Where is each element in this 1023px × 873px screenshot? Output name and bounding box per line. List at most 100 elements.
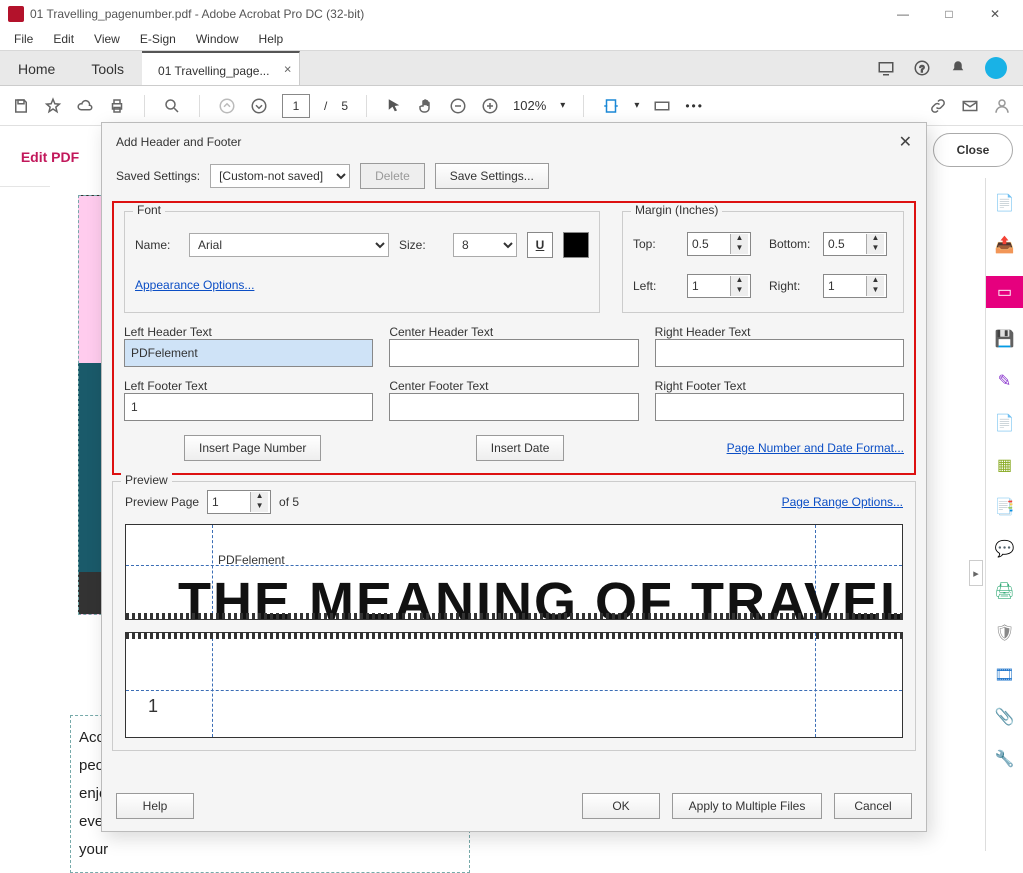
- close-panel-button[interactable]: Close: [933, 133, 1013, 167]
- page-down-icon[interactable]: [250, 97, 268, 115]
- underline-button[interactable]: U: [527, 232, 553, 258]
- right-header-input[interactable]: [655, 339, 904, 367]
- mail-icon[interactable]: [961, 97, 979, 115]
- center-header-input[interactable]: [389, 339, 638, 367]
- header-footer-dialog: Add Header and Footer ✕ Saved Settings: …: [101, 122, 927, 832]
- print-tool-icon[interactable]: 🖨: [994, 580, 1016, 602]
- account-avatar[interactable]: [985, 57, 1007, 79]
- profile-icon[interactable]: [993, 97, 1011, 115]
- hand-icon[interactable]: [417, 97, 435, 115]
- export-pdf-icon[interactable]: 📤: [994, 234, 1016, 256]
- zoom-in-icon[interactable]: [481, 97, 499, 115]
- zoom-level[interactable]: 102%: [513, 98, 546, 113]
- print-icon[interactable]: [108, 97, 126, 115]
- attach-icon[interactable]: 📎: [994, 706, 1016, 728]
- create-pdf-icon[interactable]: 📄: [994, 192, 1016, 214]
- sign-icon[interactable]: ✎: [994, 370, 1016, 392]
- help-icon[interactable]: ?: [913, 59, 931, 77]
- dialog-close-icon[interactable]: ✕: [899, 132, 912, 152]
- pointer-icon[interactable]: [385, 97, 403, 115]
- margin-top-label: Top:: [633, 237, 677, 251]
- preview-of: of 5: [279, 495, 299, 509]
- margin-top-input[interactable]: ▲▼: [687, 232, 751, 256]
- screen-icon[interactable]: [877, 59, 895, 77]
- menu-view[interactable]: View: [86, 30, 128, 48]
- font-legend: Font: [133, 203, 165, 217]
- center-header-label: Center Header Text: [389, 325, 493, 339]
- more-icon[interactable]: •••: [685, 99, 704, 113]
- add-page-icon[interactable]: 📄: [994, 412, 1016, 434]
- right-footer-input[interactable]: [655, 393, 904, 421]
- comment-icon[interactable]: 💬: [994, 538, 1016, 560]
- link-icon[interactable]: [929, 97, 947, 115]
- saved-settings-label: Saved Settings:: [116, 169, 200, 183]
- insert-date-button[interactable]: Insert Date: [476, 435, 565, 461]
- ok-button[interactable]: OK: [582, 793, 660, 819]
- bell-icon[interactable]: [949, 59, 967, 77]
- save-settings-button[interactable]: Save Settings...: [435, 163, 549, 189]
- chevron-down-icon[interactable]: ▾: [634, 100, 639, 111]
- saved-settings-select[interactable]: [Custom-not saved]: [210, 164, 350, 188]
- preview-header-text: PDFelement: [218, 553, 285, 567]
- edit-pdf-panel: Edit PDF: [0, 127, 100, 187]
- right-footer-label: Right Footer Text: [655, 379, 746, 393]
- tab-document[interactable]: 01 Travelling_page... ×: [142, 51, 300, 85]
- margin-bottom-input[interactable]: ▲▼: [823, 232, 887, 256]
- page-up-icon[interactable]: [218, 97, 236, 115]
- preview-page-input[interactable]: ▲▼: [207, 490, 271, 514]
- preview-legend: Preview: [121, 473, 172, 487]
- collapse-rail-icon[interactable]: ▸: [969, 560, 983, 586]
- save-icon[interactable]: [12, 97, 30, 115]
- video-icon[interactable]: 🎞: [994, 664, 1016, 686]
- left-header-label: Left Header Text: [124, 325, 212, 339]
- preview-footer-area: 1: [125, 632, 903, 738]
- menu-file[interactable]: File: [6, 30, 41, 48]
- compress-icon[interactable]: 📑: [994, 496, 1016, 518]
- margin-right-input[interactable]: ▲▼: [823, 274, 887, 298]
- save-tool-icon[interactable]: 💾: [994, 328, 1016, 350]
- keyboard-icon[interactable]: [653, 97, 671, 115]
- page-range-link[interactable]: Page Range Options...: [782, 495, 903, 509]
- left-footer-input[interactable]: [124, 393, 373, 421]
- cloud-icon[interactable]: [76, 97, 94, 115]
- preview-footer-text: 1: [148, 696, 158, 717]
- center-footer-label: Center Footer Text: [389, 379, 488, 393]
- left-header-input[interactable]: [124, 339, 373, 367]
- settings-tool-icon[interactable]: 🔧: [994, 748, 1016, 770]
- protect-icon[interactable]: 🛡: [994, 622, 1016, 644]
- font-size-select[interactable]: 8: [453, 233, 517, 257]
- margin-left-input[interactable]: ▲▼: [687, 274, 751, 298]
- menu-edit[interactable]: Edit: [45, 30, 82, 48]
- fit-width-icon[interactable]: [602, 97, 620, 115]
- cancel-button[interactable]: Cancel: [834, 793, 912, 819]
- menu-help[interactable]: Help: [251, 30, 292, 48]
- apply-multiple-button[interactable]: Apply to Multiple Files: [672, 793, 822, 819]
- close-window-button[interactable]: ✕: [975, 0, 1015, 28]
- edit-pdf-tool-icon[interactable]: ▭: [986, 276, 1023, 308]
- preview-header-area: PDFelement THE MEANING OF TRAVELING: [125, 524, 903, 620]
- tab-close-icon[interactable]: ×: [284, 62, 292, 77]
- maximize-button[interactable]: □: [929, 0, 969, 28]
- tab-tools[interactable]: Tools: [73, 51, 142, 85]
- minimize-button[interactable]: —: [883, 0, 923, 28]
- menu-window[interactable]: Window: [188, 30, 247, 48]
- chevron-down-icon[interactable]: ▾: [560, 100, 565, 111]
- font-name-select[interactable]: Arial: [189, 233, 389, 257]
- zoom-out-icon[interactable]: [449, 97, 467, 115]
- page-current-input[interactable]: [282, 94, 310, 118]
- menu-esign[interactable]: E-Sign: [132, 30, 184, 48]
- margin-legend: Margin (Inches): [631, 203, 722, 217]
- tab-document-label: 01 Travelling_page...: [158, 64, 269, 78]
- font-color-button[interactable]: [563, 232, 589, 258]
- edit-pdf-label: Edit PDF: [21, 149, 79, 165]
- margin-left-label: Left:: [633, 279, 677, 293]
- tab-home[interactable]: Home: [0, 51, 73, 85]
- center-footer-input[interactable]: [389, 393, 638, 421]
- help-button[interactable]: Help: [116, 793, 194, 819]
- organize-icon[interactable]: ▦: [994, 454, 1016, 476]
- insert-page-number-button[interactable]: Insert Page Number: [184, 435, 321, 461]
- page-number-format-link[interactable]: Page Number and Date Format...: [727, 441, 904, 455]
- star-icon[interactable]: [44, 97, 62, 115]
- zoom-find-icon[interactable]: [163, 97, 181, 115]
- appearance-options-link[interactable]: Appearance Options...: [135, 278, 254, 292]
